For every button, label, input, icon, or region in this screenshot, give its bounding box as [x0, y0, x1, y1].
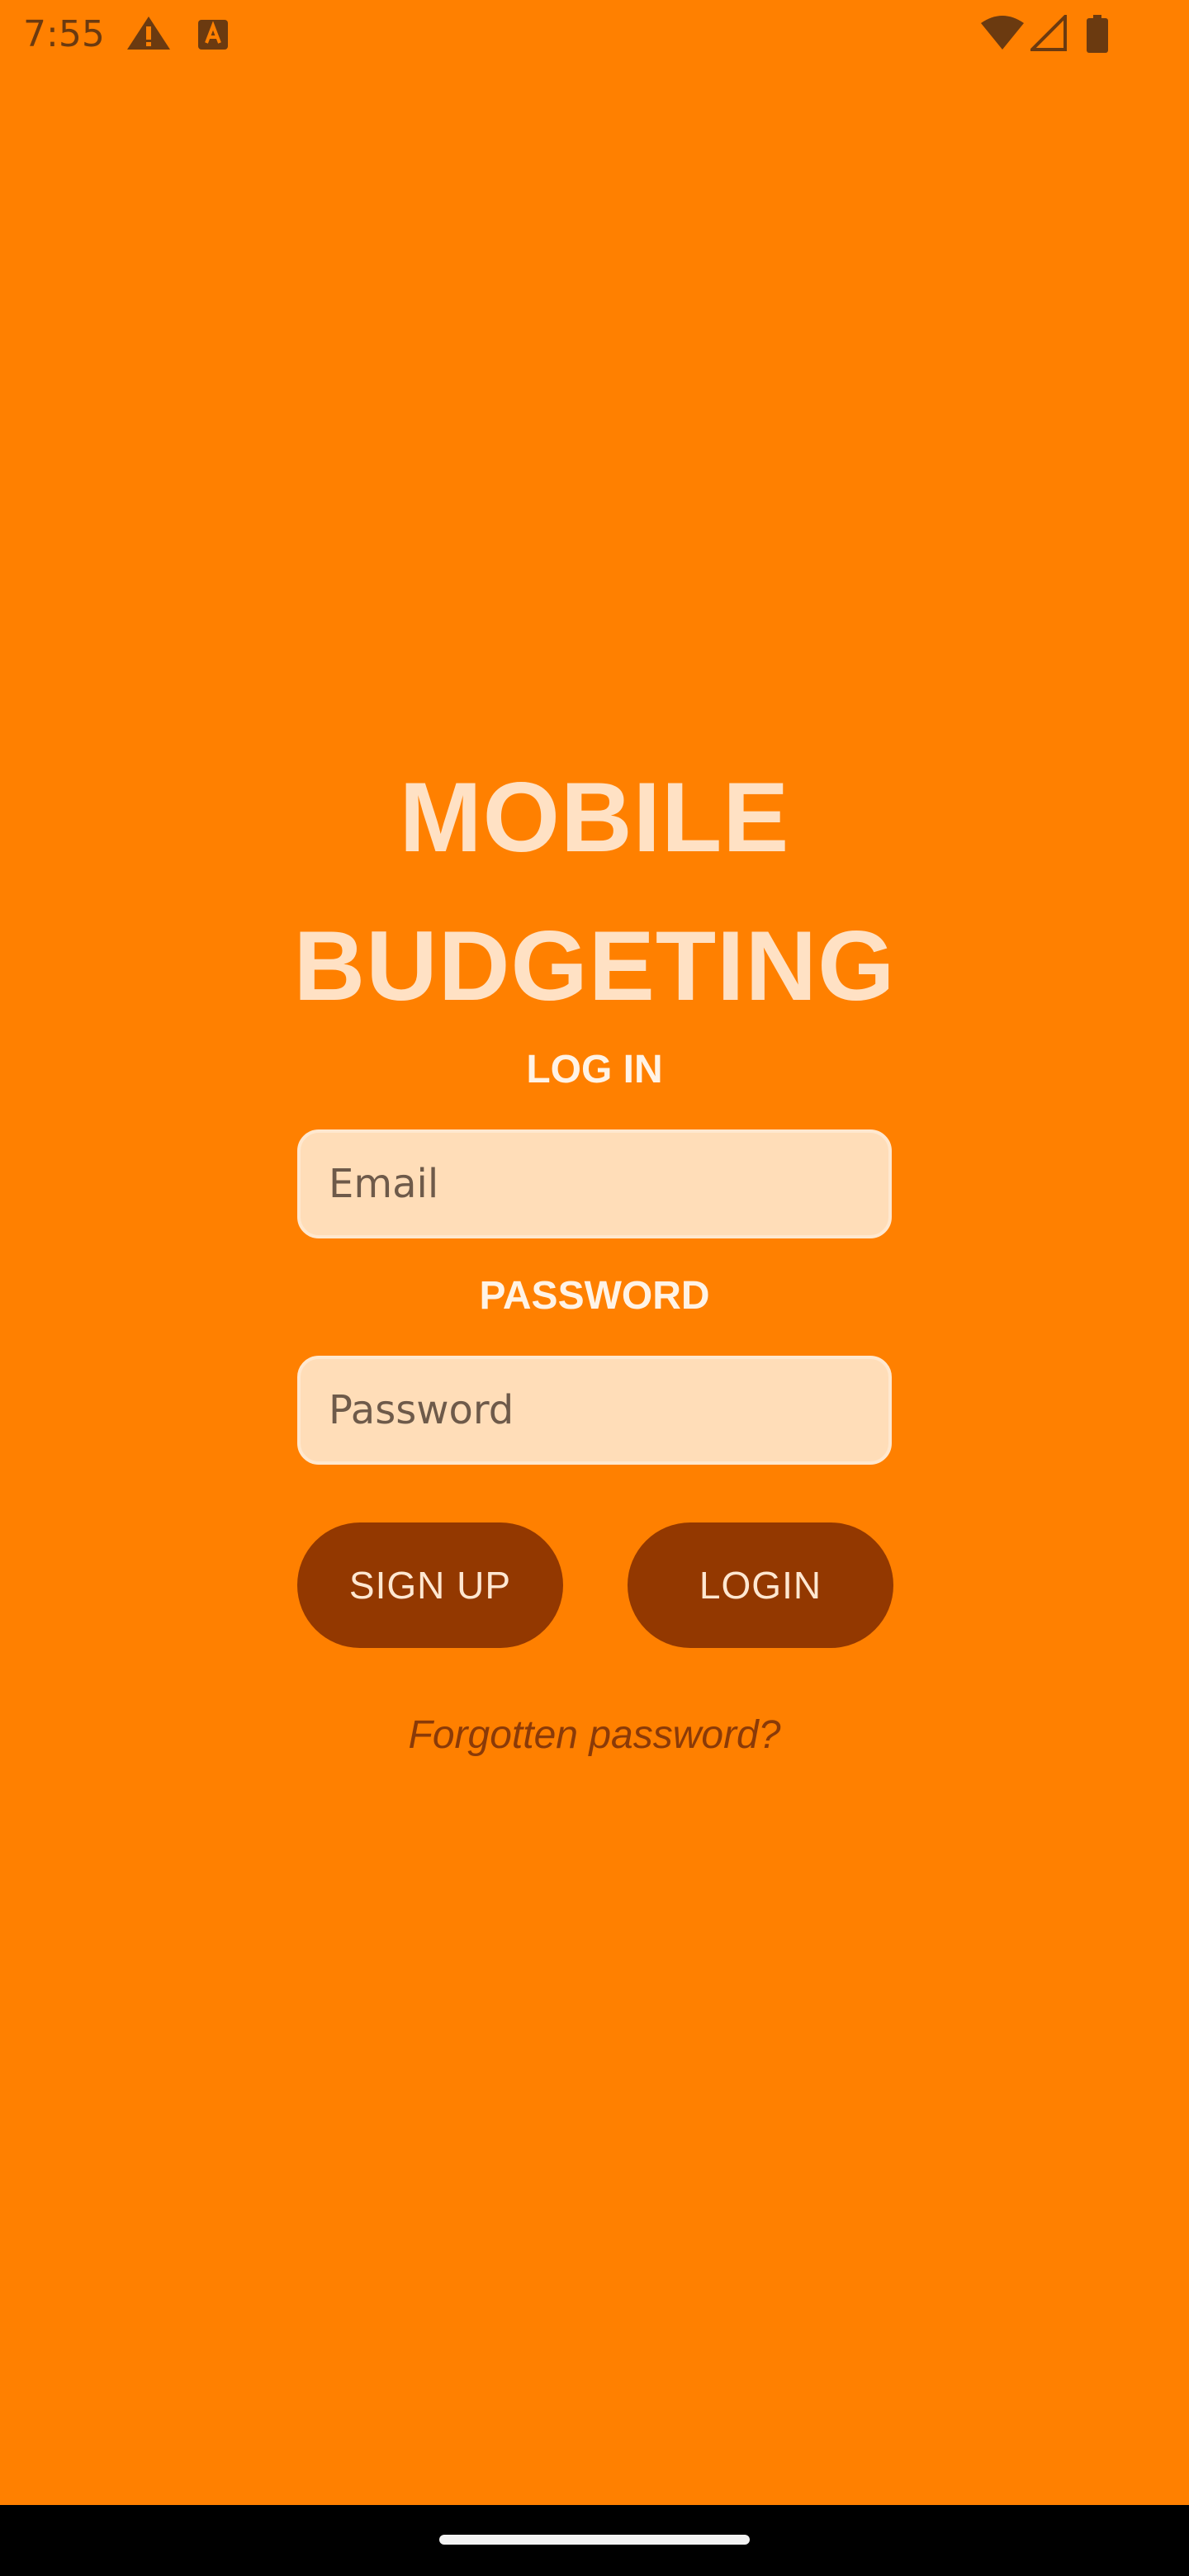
wifi-icon [979, 15, 1026, 54]
password-heading: PASSWORD [479, 1274, 710, 1318]
warning-icon [124, 13, 173, 53]
text-a-icon [197, 18, 230, 58]
email-field[interactable] [297, 1129, 892, 1238]
home-gesture-handle[interactable] [439, 2535, 750, 2545]
status-bar: 7:55 [0, 0, 1189, 69]
password-field[interactable] [297, 1356, 892, 1465]
app-title-line2: BUDGETING [293, 911, 896, 1021]
signal-icon [1030, 15, 1067, 54]
login-button[interactable]: LOGIN [628, 1522, 893, 1648]
battery-icon [1087, 15, 1108, 54]
navigation-bar [0, 2505, 1189, 2576]
app-title-line1: MOBILE [399, 762, 790, 873]
app-title: MOBILE BUDGETING [0, 743, 1189, 1040]
sign-up-button[interactable]: SIGN UP [297, 1522, 563, 1648]
status-time: 7:55 [23, 13, 105, 55]
login-heading: LOG IN [526, 1048, 663, 1091]
forgot-password-link[interactable]: Forgotten password? [0, 1711, 1189, 1760]
